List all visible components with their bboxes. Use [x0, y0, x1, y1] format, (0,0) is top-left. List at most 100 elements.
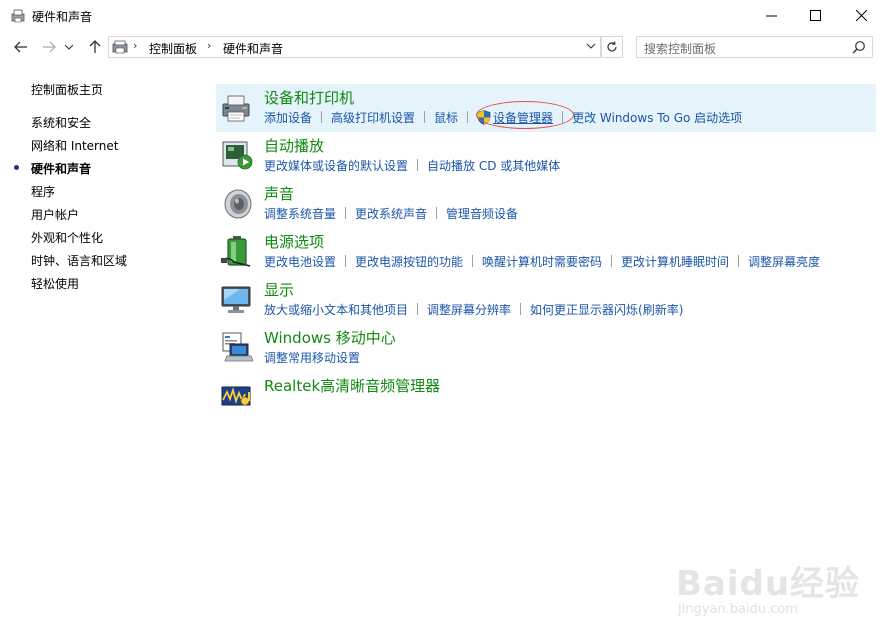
search-box[interactable]: 搜索控制面板	[636, 36, 873, 58]
sidebar-item-user-accounts[interactable]: 用户帐户	[31, 206, 79, 223]
adjust-mobility-settings-link[interactable]: 调整常用移动设置	[264, 351, 360, 365]
category-links: 调整常用移动设置	[264, 349, 360, 366]
category-display: 显示 放大或缩小文本和其他项目 调整屏幕分辨率 如何更正显示器闪烁(刷新率)	[216, 276, 876, 324]
link-divider	[436, 207, 438, 219]
breadcrumb-control-panel[interactable]: 控制面板	[149, 40, 197, 57]
title-bar: 硬件和声音	[0, 0, 883, 32]
category-title[interactable]: 显示	[264, 279, 294, 300]
sidebar-item-programs[interactable]: 程序	[31, 183, 55, 200]
add-device-link[interactable]: 添加设备	[264, 111, 312, 125]
chevron-down-icon	[65, 44, 73, 50]
breadcrumb-separator[interactable]: ›	[207, 39, 211, 52]
sidebar-item-network-internet[interactable]: 网络和 Internet	[31, 137, 118, 154]
category-autoplay: 自动播放 更改媒体或设备的默认设置 自动播放 CD 或其他媒体	[216, 132, 876, 180]
recent-locations-button[interactable]	[63, 38, 75, 56]
mouse-link[interactable]: 鼠标	[434, 111, 458, 125]
category-links: 放大或缩小文本和其他项目 调整屏幕分辨率 如何更正显示器闪烁(刷新率)	[264, 301, 683, 318]
current-item-bullet	[14, 165, 19, 170]
link-divider	[472, 255, 474, 267]
adjust-volume-link[interactable]: 调整系统音量	[264, 207, 336, 221]
change-battery-settings-link[interactable]: 更改电池设置	[264, 255, 336, 269]
search-placeholder[interactable]: 搜索控制面板	[644, 40, 716, 57]
category-links: 调整系统音量 更改系统声音 管理音频设备	[264, 205, 518, 222]
watermark-site: jingyan.baidu.com	[678, 602, 798, 617]
annotation-circle	[476, 101, 574, 129]
minimize-button[interactable]	[748, 0, 794, 30]
control-panel-icon	[112, 40, 128, 54]
category-power-options: 电源选项 更改电池设置 更改电源按钮的功能 唤醒计算机时需要密码 更改计算机睡眠时间 调…	[216, 228, 876, 276]
category-links: 更改媒体或设备的默认设置 自动播放 CD 或其他媒体	[264, 157, 560, 174]
sidebar-item-ease-of-access[interactable]: 轻松使用	[31, 275, 79, 292]
category-sound: 声音 调整系统音量 更改系统声音 管理音频设备	[216, 180, 876, 228]
watermark: Baidu经验 jingyan.baidu.com	[676, 538, 876, 638]
window-title: 硬件和声音	[32, 10, 93, 24]
sidebar-item-control-panel-home[interactable]: 控制面板主页	[31, 81, 103, 98]
speaker-icon[interactable]	[220, 186, 254, 220]
sidebar-item-hardware-sound[interactable]: 硬件和声音	[31, 160, 91, 177]
category-links: 更改电池设置 更改电源按钮的功能 唤醒计算机时需要密码 更改计算机睡眠时间 调整屏幕亮度	[264, 253, 820, 270]
arrow-up-icon	[89, 40, 101, 53]
category-title[interactable]: 声音	[264, 183, 294, 204]
arrow-right-icon	[43, 41, 56, 53]
screen-resolution-link[interactable]: 调整屏幕分辨率	[427, 303, 511, 317]
advanced-printer-setup-link[interactable]: 高级打印机设置	[331, 111, 415, 125]
link-divider	[417, 303, 419, 315]
change-system-sounds-link[interactable]: 更改系统声音	[355, 207, 427, 221]
monitor-flicker-link[interactable]: 如何更正显示器闪烁(刷新率)	[530, 303, 683, 317]
category-mobility-center: Windows 移动中心 调整常用移动设置	[216, 324, 876, 372]
windows-to-go-link[interactable]: 更改 Windows To Go 启动选项	[572, 111, 742, 125]
left-navigation: 控制面板主页 系统和安全 网络和 Internet 硬件和声音 程序 用户帐户 …	[0, 62, 210, 638]
close-button[interactable]	[838, 0, 883, 30]
breadcrumb-separator[interactable]: ›	[133, 39, 137, 52]
hardware-sound-icon	[11, 9, 25, 23]
monitor-icon[interactable]	[220, 282, 254, 316]
up-button[interactable]	[86, 38, 104, 56]
require-password-wake-link[interactable]: 唤醒计算机时需要密码	[482, 255, 602, 269]
printer-icon[interactable]	[220, 90, 254, 124]
change-sleep-time-link[interactable]: 更改计算机睡眠时间	[621, 255, 729, 269]
category-title[interactable]: Realtek高清晰音频管理器	[264, 375, 440, 396]
search-icon[interactable]	[852, 40, 866, 54]
text-size-link[interactable]: 放大或缩小文本和其他项目	[264, 303, 408, 317]
link-divider	[417, 159, 419, 171]
sidebar-item-appearance[interactable]: 外观和个性化	[31, 229, 103, 246]
link-divider	[345, 207, 347, 219]
autoplay-cd-link[interactable]: 自动播放 CD 或其他媒体	[427, 159, 560, 173]
category-realtek-audio: Realtek高清晰音频管理器	[216, 372, 876, 420]
link-divider	[738, 255, 740, 267]
link-divider	[611, 255, 613, 267]
refresh-button[interactable]	[601, 36, 623, 58]
refresh-icon	[607, 41, 617, 52]
arrow-left-icon	[14, 41, 27, 53]
maximize-button[interactable]	[792, 0, 838, 30]
mobility-center-icon[interactable]	[220, 330, 254, 364]
category-title[interactable]: 设备和打印机	[264, 87, 354, 108]
autoplay-icon[interactable]	[220, 138, 254, 172]
adjust-brightness-link[interactable]: 调整屏幕亮度	[748, 255, 820, 269]
sidebar-item-system-security[interactable]: 系统和安全	[31, 114, 91, 131]
change-media-defaults-link[interactable]: 更改媒体或设备的默认设置	[264, 159, 408, 173]
sidebar-item-clock-language-region[interactable]: 时钟、语言和区域	[31, 252, 127, 269]
link-divider	[520, 303, 522, 315]
category-title[interactable]: 电源选项	[264, 231, 324, 252]
change-power-button-link[interactable]: 更改电源按钮的功能	[355, 255, 463, 269]
watermark-logo: Baidu经验	[676, 564, 861, 604]
category-devices-printers: 设备和打印机 添加设备 高级打印机设置 鼠标 设备管理器 更改 Windows To G…	[216, 84, 876, 132]
category-title[interactable]: Windows 移动中心	[264, 327, 396, 348]
back-button[interactable]	[12, 38, 30, 56]
battery-icon[interactable]	[220, 234, 254, 268]
link-divider	[467, 111, 469, 123]
link-divider	[424, 111, 426, 123]
link-divider	[321, 111, 323, 123]
category-title[interactable]: 自动播放	[264, 135, 324, 156]
manage-audio-devices-link[interactable]: 管理音频设备	[446, 207, 518, 221]
forward-button[interactable]	[40, 38, 58, 56]
link-divider	[345, 255, 347, 267]
minimize-icon	[765, 15, 777, 16]
chevron-down-icon[interactable]	[586, 41, 596, 51]
close-icon	[855, 9, 867, 21]
maximize-icon	[809, 9, 821, 21]
address-bar[interactable]: › 控制面板 › 硬件和声音	[108, 36, 601, 58]
breadcrumb-hardware-sound[interactable]: 硬件和声音	[223, 40, 283, 57]
realtek-audio-icon[interactable]	[220, 378, 254, 412]
